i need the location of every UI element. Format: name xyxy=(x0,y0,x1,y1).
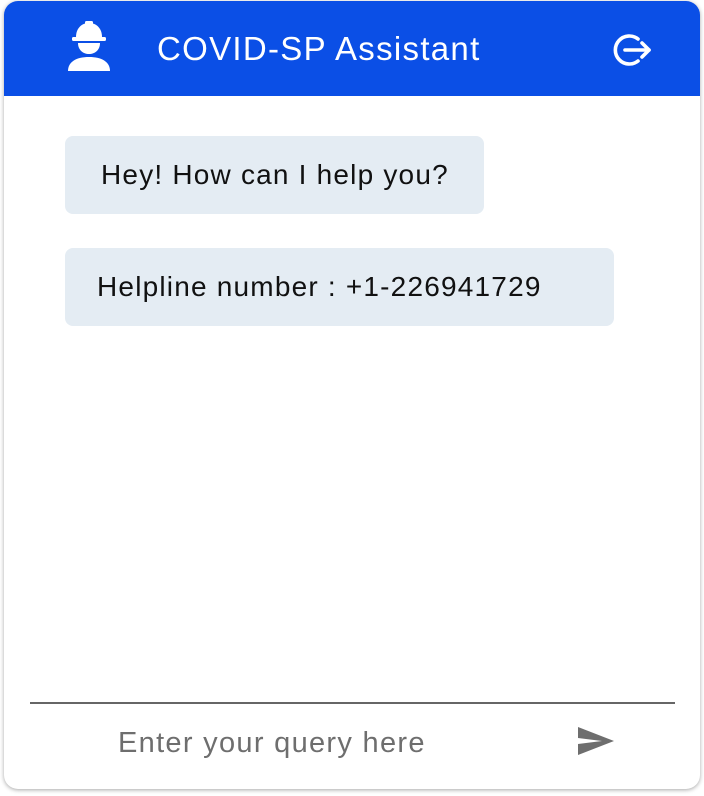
bot-message: Hey! How can I help you? xyxy=(65,136,484,214)
chat-window: COVID-SP Assistant Hey! How can I help y… xyxy=(4,1,700,789)
message-list: Hey! How can I help you? Helpline number… xyxy=(4,96,700,696)
composer-divider xyxy=(30,702,675,704)
query-input[interactable] xyxy=(104,717,558,769)
assistant-title: COVID-SP Assistant xyxy=(157,30,481,67)
construction-worker-icon xyxy=(68,21,110,71)
bot-message: Helpline number : +1-226941729 xyxy=(65,248,614,326)
logout-icon[interactable] xyxy=(608,27,654,73)
send-icon[interactable] xyxy=(576,725,616,757)
chat-header: COVID-SP Assistant xyxy=(4,1,700,96)
